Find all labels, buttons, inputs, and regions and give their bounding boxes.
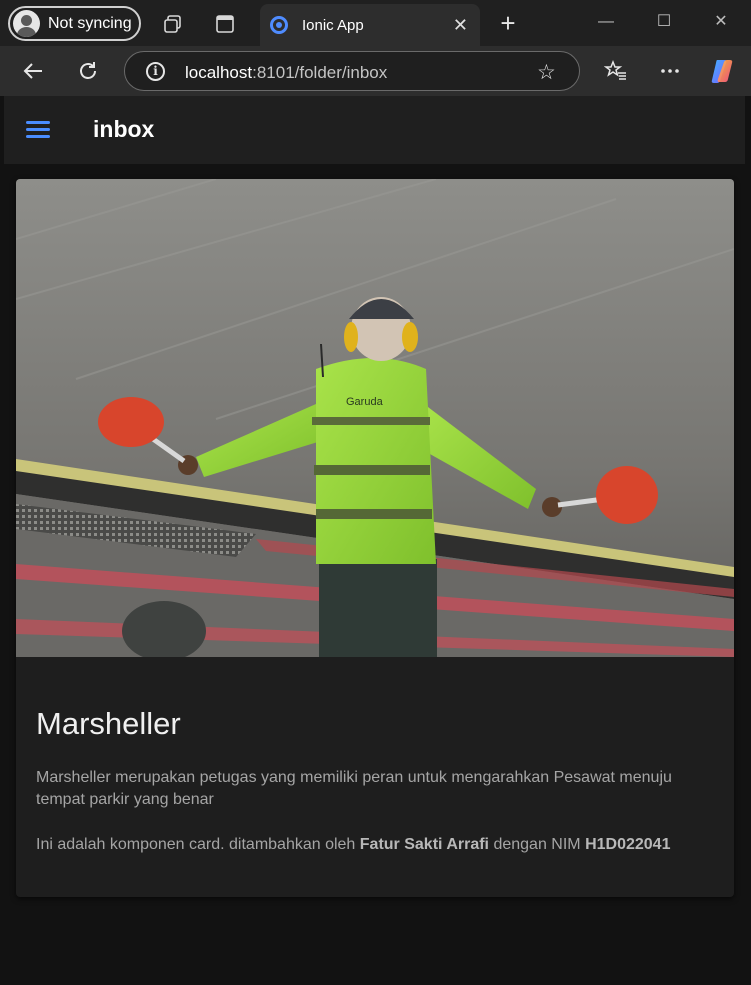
card-image: Garuda [16,179,734,657]
student-nim: H1D022041 [585,836,671,853]
maximize-icon[interactable]: ☐ [650,8,678,36]
browser-toolbar: i localhost:8101/folder/inbox ☆ [0,46,751,96]
window-close-icon[interactable]: ✕ [707,8,735,36]
menu-icon[interactable] [26,121,50,139]
reload-icon[interactable] [73,56,103,86]
profile-label: Not syncing [48,14,132,32]
page-title: inbox [93,116,155,142]
info-icon[interactable]: i [146,62,165,81]
ionic-favicon [270,16,288,34]
address-bar[interactable]: i localhost:8101/folder/inbox ☆ [124,51,580,91]
profile-button[interactable]: Not syncing [8,6,141,41]
content-prefix: Ini adalah komponen card. ditambahkan ol… [36,836,360,853]
url-host: localhost [185,63,253,82]
more-dots-icon[interactable] [655,56,685,86]
plus-icon[interactable]: + [494,8,522,38]
tab-title: Ionic App [302,16,364,34]
favorites-list-icon[interactable] [601,56,631,86]
minimize-icon[interactable]: — [592,8,620,36]
back-arrow-icon[interactable] [18,56,48,86]
url-text: localhost:8101/folder/inbox [185,63,387,83]
workspaces-icon[interactable] [159,10,187,38]
marsheller-card: Garuda Marsheller Marsheller merupakan p… [16,179,734,897]
ionic-app: inbox Garuda Marsheller Marsheller merup… [4,96,745,985]
tab-ionic-app[interactable]: Ionic App ✕ [260,4,480,46]
card-content: Ini adalah komponen card. ditambahkan ol… [36,831,696,858]
close-icon[interactable]: ✕ [453,15,468,36]
content-mid: dengan NIM [489,836,586,853]
profile-avatar-icon [13,10,40,37]
browser-titlebar: Not syncing Ionic App ✕ + — ☐ ✕ [0,0,751,46]
tab-actions-icon[interactable] [211,10,239,38]
favorite-star-icon[interactable]: ☆ [537,60,556,85]
copilot-icon[interactable] [707,56,737,86]
app-header: inbox [4,96,745,164]
author-name: Fatur Sakti Arrafi [359,836,489,853]
url-path: :8101/folder/inbox [252,63,388,82]
card-subtitle: Marsheller merupakan petugas yang memili… [36,769,672,808]
card-title: Marsheller [36,706,181,741]
vest-logo-text: Garuda [346,396,384,408]
